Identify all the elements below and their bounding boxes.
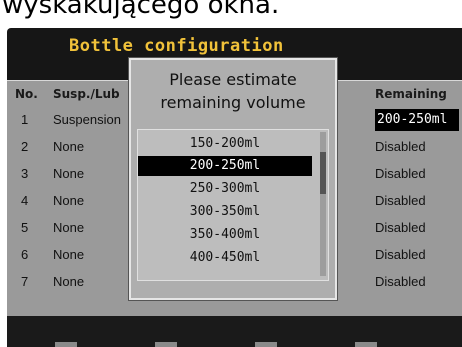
volume-listbox[interactable]: 150-200ml 200-250ml 250-300ml 300-350ml … [137,129,329,281]
caption-text: wyskakującego okna. [2,0,280,20]
column-header-susp: Susp./Lub [53,87,120,101]
dialog-title: Please estimate remaining volume [131,68,335,114]
soft-key-bar [7,316,462,347]
row-number: 5 [21,220,29,235]
row-number: 4 [21,193,29,208]
volume-option[interactable]: 350-400ml [138,225,312,245]
volume-option[interactable]: 300-350ml [138,202,312,222]
soft-key-indicator[interactable] [355,342,377,347]
screen-title-bar: Bottle configuration [7,36,462,60]
row-remaining: Disabled [375,139,426,154]
row-remaining: Disabled [375,220,426,235]
volume-option[interactable]: 150-200ml [138,134,312,154]
row-number: 7 [21,274,29,289]
row-remaining: Disabled [375,193,426,208]
row-remaining: Disabled [375,247,426,262]
column-header-no: No. [15,87,38,101]
estimate-volume-dialog: Please estimate remaining volume 150-200… [129,58,337,300]
screen-title: Bottle configuration [69,36,284,56]
scrollbar-thumb[interactable] [320,152,326,194]
scrollbar[interactable] [320,132,326,276]
soft-key-indicator[interactable] [255,342,277,347]
volume-option[interactable]: 250-300ml [138,179,312,199]
row-remaining-selected[interactable]: 200-250ml [375,109,459,131]
row-remaining: Disabled [375,274,426,289]
row-number: 6 [21,247,29,262]
dialog-title-line2: remaining volume [160,93,306,112]
soft-key-indicator[interactable] [155,342,177,347]
soft-key-indicator[interactable] [55,342,77,347]
row-number: 3 [21,166,29,181]
volume-option[interactable]: 400-450ml [138,248,312,268]
volume-option-selected[interactable]: 200-250ml [138,156,312,176]
dialog-title-line1: Please estimate [169,70,297,89]
column-header-remaining: Remaining [375,87,447,101]
row-number: 2 [21,139,29,154]
row-number: 1 [21,112,29,127]
row-remaining: Disabled [375,166,426,181]
